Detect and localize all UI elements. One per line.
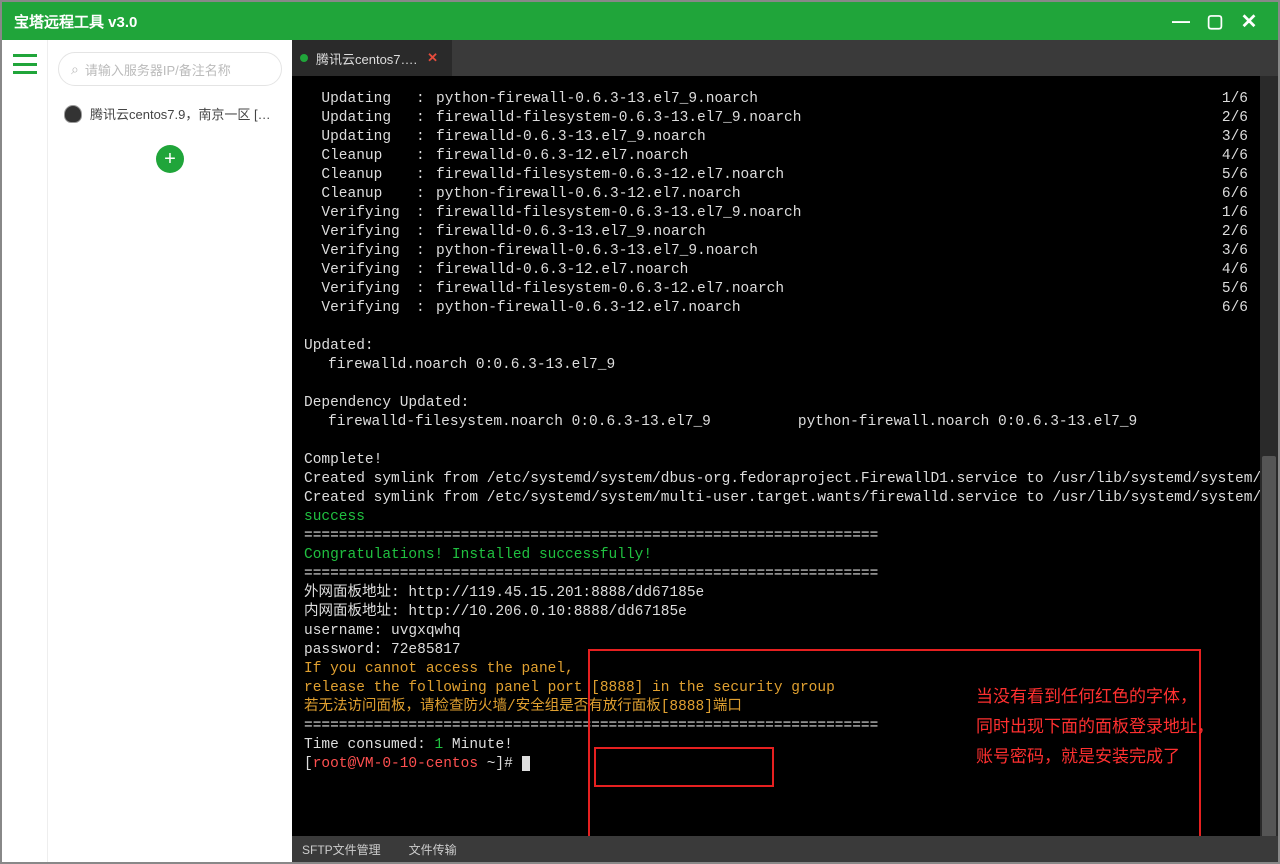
maximize-button[interactable]: ▢ xyxy=(1198,6,1232,36)
close-button[interactable]: ✕ xyxy=(1232,6,1266,36)
search-placeholder: 请输入服务器IP/备注名称 xyxy=(85,60,231,79)
server-label: 腾讯云centos7.9，南京一区 [… xyxy=(90,104,271,123)
tab-label: 腾讯云centos7…. xyxy=(316,49,417,68)
tabbar: 腾讯云centos7…. ✕ xyxy=(292,40,1278,76)
server-item[interactable]: 腾讯云centos7.9，南京一区 [… xyxy=(58,96,282,131)
main-pane: 腾讯云centos7…. ✕ Updating:python-firewall-… xyxy=(292,40,1278,862)
file-transfer-button[interactable]: 文件传输 xyxy=(409,841,457,858)
app-title: 宝塔远程工具 v3.0 xyxy=(14,11,137,32)
scrollbar[interactable] xyxy=(1260,76,1278,836)
linux-icon xyxy=(64,105,82,123)
annotation-text: 当没有看到任何红色的字体， 同时出现下面的面板登录地址， 账号密码，就是安装完成… xyxy=(976,682,1214,772)
add-server-button[interactable]: + xyxy=(156,145,184,173)
search-icon: ⌕ xyxy=(71,61,79,78)
search-input[interactable]: ⌕ 请输入服务器IP/备注名称 xyxy=(58,52,282,86)
sidebar: ⌕ 请输入服务器IP/备注名称 腾讯云centos7.9，南京一区 [… + xyxy=(48,40,292,862)
status-dot-icon xyxy=(300,54,308,62)
tab-active[interactable]: 腾讯云centos7…. ✕ xyxy=(292,40,452,76)
menu-icon[interactable] xyxy=(13,54,37,74)
sftp-manage-button[interactable]: SFTP文件管理 xyxy=(302,841,381,858)
tab-close-icon[interactable]: ✕ xyxy=(427,50,438,66)
scrollbar-thumb[interactable] xyxy=(1262,456,1276,836)
titlebar: 宝塔远程工具 v3.0 — ▢ ✕ xyxy=(2,2,1278,40)
left-strip xyxy=(2,40,48,862)
statusbar: SFTP文件管理 文件传输 xyxy=(292,836,1278,862)
minimize-button[interactable]: — xyxy=(1164,6,1198,36)
app-window: 宝塔远程工具 v3.0 — ▢ ✕ ⌕ 请输入服务器IP/备注名称 腾讯云cen… xyxy=(0,0,1280,864)
